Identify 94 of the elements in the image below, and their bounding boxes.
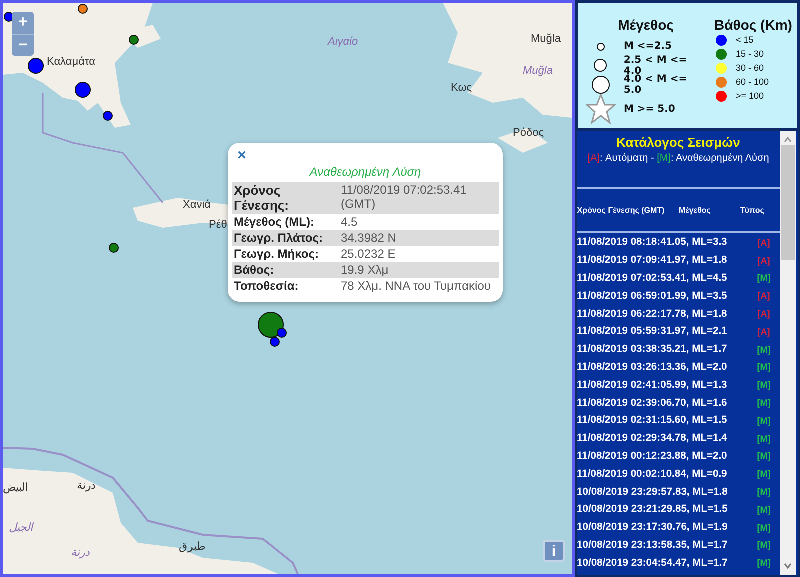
- event-link[interactable]: 11/08/2019 03:38:35.21, ML=1.7: [577, 344, 742, 356]
- field-label: Γεωγρ. Μήκος:: [233, 246, 320, 262]
- type-code: [M]: [756, 487, 772, 498]
- type-code: [M]: [657, 153, 672, 164]
- type-code: [A]: [588, 153, 600, 164]
- type-code: [M]: [756, 380, 772, 390]
- field-value: 25.0232 E: [340, 246, 397, 262]
- event-link[interactable]: 11/08/2019 00:12:23.88, ML=2.0: [577, 450, 742, 462]
- event-link[interactable]: 11/08/2019 06:59:01.99, ML=3.5: [577, 290, 742, 302]
- catalog-title: Κατάλογος Σεισμών: [616, 135, 742, 150]
- type-description: : Αυτόματη -: [600, 153, 654, 164]
- field-label: Μέγεθος (ML):: [233, 214, 316, 230]
- type-description: : Αναθεωρημένη Λύση: [671, 153, 770, 164]
- place-label: Χανιά: [183, 199, 211, 211]
- place-label: طبرق: [179, 540, 206, 553]
- type-code: [M]: [756, 398, 772, 408]
- scrollbar-thumb[interactable]: [781, 145, 795, 260]
- event-link[interactable]: 10/08/2019 23:04:54.47, ML=1.7: [577, 558, 742, 569]
- place-label: Muğla: [531, 33, 561, 45]
- earthquake-marker[interactable]: [109, 243, 119, 253]
- place-label: البيض: [3, 481, 28, 494]
- legend-title: Μέγεθος: [617, 17, 675, 33]
- type-code: [M]: [756, 558, 772, 568]
- legend-label: 15 - 30: [736, 49, 764, 59]
- event-link[interactable]: 10/08/2019 23:17:30.76, ML=1.9: [577, 522, 742, 534]
- circle-icon: [597, 42, 605, 50]
- type-code: [M]: [756, 540, 772, 550]
- field-label: Γεωγρ. Πλάτος:: [233, 230, 324, 246]
- legend-label: 60 - 100: [736, 77, 770, 87]
- legend-label: 30 - 60: [736, 63, 764, 73]
- scrollbar[interactable]: [780, 131, 796, 575]
- type-code: [M]: [756, 362, 772, 372]
- field-value: 78 Χλμ. ΝΝΑ του Τυμπακίου: [340, 278, 492, 294]
- region-label: الجبل: [9, 521, 33, 534]
- place-label: Ρέθ: [209, 219, 228, 231]
- event-link[interactable]: 11/08/2019 05:59:31.97, ML=2.1: [577, 326, 742, 338]
- legend-label: 4.0 < M <= 5.0: [624, 74, 688, 96]
- region-label: درنة: [71, 546, 90, 559]
- field-value: 34.3982 N: [340, 230, 398, 246]
- popup-title: Αναθεωρημένη Λύση: [308, 165, 422, 179]
- event-link[interactable]: 11/08/2019 02:39:06.70, ML=1.6: [577, 398, 742, 409]
- field-value: 11/08/2019 07:02:53.41 (GMT): [340, 182, 468, 213]
- region-label: Muğla: [523, 65, 553, 77]
- earthquake-marker[interactable]: [258, 312, 284, 338]
- column-header: Τύπος: [740, 204, 766, 216]
- event-link[interactable]: 11/08/2019 02:29:34.78, ML=1.4: [577, 433, 742, 444]
- type-code: [A]: [756, 256, 772, 266]
- type-code: [A]: [756, 326, 772, 337]
- field-label: Τοποθεσία:: [233, 278, 300, 294]
- field-label: Βάθος:: [233, 262, 276, 278]
- type-code: [M]: [756, 344, 772, 355]
- circle-icon: [594, 59, 608, 72]
- event-link[interactable]: 11/08/2019 07:02:53.41, ML=4.5: [577, 272, 742, 284]
- type-code: [A]: [756, 309, 772, 320]
- type-code: [M]: [756, 273, 772, 284]
- type-code: [M]: [756, 504, 772, 515]
- place-label: درنة: [77, 479, 96, 492]
- place-label: Καλαμάτα: [47, 56, 96, 68]
- event-link[interactable]: 11/08/2019 06:22:17.78, ML=1.8: [577, 308, 742, 320]
- column-header: Χρόνος Γένεσης (GMT): [577, 204, 665, 217]
- event-link[interactable]: 10/08/2019 23:13:58.35, ML=1.7: [577, 540, 742, 551]
- field-value: 19.9 Χλμ: [340, 262, 390, 278]
- legend-label: M <=2.5: [624, 41, 672, 52]
- sea-label: Αιγαίο: [328, 36, 358, 48]
- close-button[interactable]: ×: [236, 149, 248, 163]
- star-icon: [586, 94, 616, 124]
- type-code: [M]: [756, 451, 772, 462]
- legend-label: >= 100: [736, 91, 764, 101]
- type-code: [A]: [756, 291, 772, 302]
- event-link[interactable]: 10/08/2019 23:21:29.85, ML=1.5: [577, 504, 742, 516]
- type-code: [A]: [756, 238, 772, 248]
- column-header: Μέγεθος: [678, 204, 712, 217]
- type-code: [M]: [756, 522, 772, 533]
- type-code: [M]: [756, 469, 772, 480]
- event-link[interactable]: 11/08/2019 08:18:41.05, ML=3.3: [577, 237, 742, 248]
- event-link[interactable]: 10/08/2019 23:29:57.83, ML=1.8: [577, 486, 742, 498]
- type-code: [M]: [756, 416, 772, 426]
- earthquake-marker[interactable]: [270, 337, 280, 347]
- legend-label: < 15: [736, 35, 754, 45]
- place-label: Κως: [451, 82, 472, 94]
- legend-title: Βάθος (Km): [714, 17, 794, 33]
- type-code: [M]: [756, 434, 772, 444]
- event-link[interactable]: 11/08/2019 03:26:13.36, ML=2.0: [577, 362, 742, 373]
- place-label: Ρόδος: [513, 127, 544, 139]
- earthquake-marker[interactable]: [103, 111, 113, 121]
- circle-icon: [592, 76, 610, 94]
- event-link[interactable]: 11/08/2019 02:41:05.99, ML=1.3: [577, 380, 742, 391]
- field-label: Χρόνος Γένεσης:: [233, 182, 290, 214]
- field-value: 4.5: [340, 214, 359, 230]
- event-link[interactable]: 11/08/2019 02:31:15.60, ML=1.5: [577, 415, 742, 426]
- event-link[interactable]: 11/08/2019 00:02:10.84, ML=0.9: [577, 468, 742, 480]
- earthquake-marker[interactable]: [277, 328, 287, 338]
- legend-label: M >= 5.0: [624, 104, 676, 114]
- event-link[interactable]: 11/08/2019 07:09:41.97, ML=1.8: [577, 255, 742, 266]
